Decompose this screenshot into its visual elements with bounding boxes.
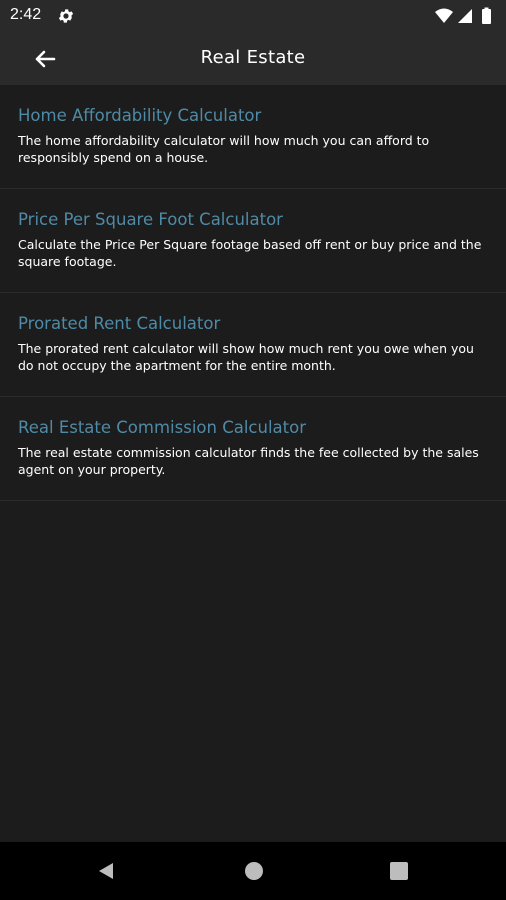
list-item-prorated-rent[interactable]: Prorated Rent Calculator The prorated re… [0, 293, 506, 397]
gear-icon [58, 9, 74, 23]
app-bar: Real Estate [0, 32, 506, 85]
nav-recent-icon[interactable] [390, 862, 408, 880]
item-description: The home affordability calculator will h… [18, 133, 430, 165]
signal-icon [458, 9, 472, 23]
screen: 2:42 Real Estate Home Affordability Calc… [0, 0, 506, 900]
calculator-list: Home Affordability Calculator The home a… [0, 85, 506, 501]
item-description: Calculate the Price Per Square footage b… [18, 237, 482, 269]
nav-home-icon[interactable] [244, 861, 264, 881]
item-description: The real estate commission calculator fi… [18, 445, 479, 477]
item-description: The prorated rent calculator will show h… [18, 341, 474, 373]
item-title: Real Estate Commission Calculator [18, 418, 306, 437]
item-title: Home Affordability Calculator [18, 106, 262, 125]
wifi-icon [435, 8, 453, 23]
list-item-price-per-square-foot[interactable]: Price Per Square Foot Calculator Calcula… [0, 189, 506, 293]
status-bar: 2:42 [0, 0, 506, 32]
nav-back-icon[interactable] [96, 861, 116, 881]
page-title: Real Estate [200, 47, 306, 68]
list-item-real-estate-commission[interactable]: Real Estate Commission Calculator The re… [0, 397, 506, 501]
system-nav-bar [0, 842, 506, 900]
status-time: 2:42 [10, 6, 42, 23]
status-icons [435, 7, 491, 24]
list-item-home-affordability[interactable]: Home Affordability Calculator The home a… [0, 85, 506, 189]
battery-icon [482, 9, 491, 24]
item-title: Prorated Rent Calculator [18, 314, 221, 333]
item-title: Price Per Square Foot Calculator [18, 210, 283, 229]
